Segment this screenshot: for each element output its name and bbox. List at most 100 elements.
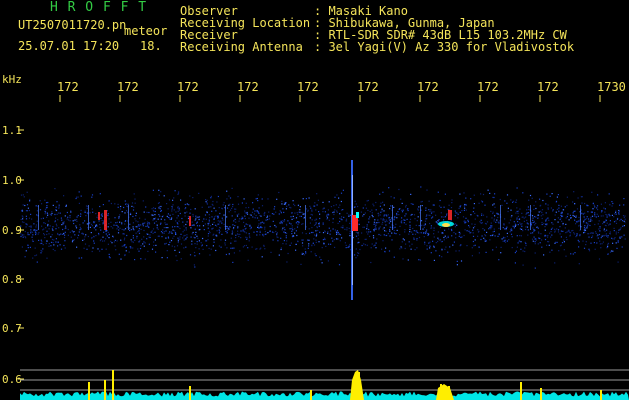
noise-speck xyxy=(135,212,137,214)
noise-speck xyxy=(494,206,496,208)
noise-speck xyxy=(534,238,536,240)
noise-speck xyxy=(424,220,427,222)
noise-speck xyxy=(410,248,412,250)
noise-speck xyxy=(509,231,511,233)
noise-speck xyxy=(451,229,453,232)
noise-speck xyxy=(572,229,574,232)
noise-speck xyxy=(56,213,58,215)
noise-speck xyxy=(93,240,95,242)
noise-speck xyxy=(184,238,187,241)
noise-speck xyxy=(393,219,395,221)
noise-speck xyxy=(517,210,520,212)
noise-speck xyxy=(163,195,165,197)
noise-speck xyxy=(134,202,136,204)
noise-speck xyxy=(539,198,541,200)
noise-speck xyxy=(291,212,293,214)
noise-speck xyxy=(304,248,306,250)
noise-speck xyxy=(606,229,608,231)
noise-speck xyxy=(490,225,492,227)
noise-speck xyxy=(525,226,527,228)
noise-speck xyxy=(243,221,245,223)
noise-speck xyxy=(88,245,90,247)
noise-speck xyxy=(511,236,513,238)
noise-speck xyxy=(591,220,593,222)
noise-speck xyxy=(393,232,396,234)
noise-speck xyxy=(576,208,579,210)
noise-speck xyxy=(383,219,385,221)
noise-speck xyxy=(342,209,344,211)
noise-speck xyxy=(584,202,586,205)
noise-speck xyxy=(617,241,619,243)
noise-speck xyxy=(50,214,52,216)
noise-speck xyxy=(474,218,476,220)
faint-echo xyxy=(128,205,129,230)
noise-speck xyxy=(478,246,480,248)
noise-speck xyxy=(566,216,568,218)
noise-speck xyxy=(407,208,409,210)
noise-speck xyxy=(539,242,541,244)
noise-speck xyxy=(492,231,494,233)
noise-speck xyxy=(46,257,48,259)
noise-speck xyxy=(578,246,580,248)
noise-speck xyxy=(575,215,577,217)
power-spike xyxy=(600,390,602,400)
noise-speck xyxy=(148,243,150,245)
noise-speck xyxy=(584,229,587,231)
noise-speck xyxy=(211,216,213,218)
noise-speck xyxy=(207,235,209,237)
noise-speck xyxy=(165,242,167,244)
noise-speck xyxy=(541,223,543,226)
noise-speck xyxy=(31,236,33,238)
noise-speck xyxy=(59,244,61,246)
noise-speck xyxy=(551,193,553,195)
noise-speck xyxy=(26,191,28,193)
faint-echo xyxy=(420,205,421,230)
noise-speck xyxy=(296,212,298,214)
noise-speck xyxy=(55,241,57,243)
noise-speck xyxy=(374,222,376,224)
noise-speck xyxy=(302,198,304,200)
noise-speck xyxy=(117,206,119,208)
noise-speck xyxy=(301,253,303,255)
noise-speck xyxy=(405,213,407,215)
noise-speck xyxy=(114,245,116,247)
noise-speck xyxy=(139,217,141,219)
noise-speck xyxy=(438,255,441,257)
noise-speck xyxy=(594,223,596,226)
noise-speck xyxy=(46,205,48,207)
noise-speck xyxy=(52,242,54,244)
noise-speck xyxy=(55,223,57,225)
noise-speck xyxy=(142,222,144,224)
noise-speck xyxy=(569,234,571,236)
noise-speck xyxy=(506,226,508,228)
noise-speck xyxy=(246,238,248,240)
noise-speck xyxy=(264,230,266,233)
noise-speck xyxy=(234,240,236,242)
noise-speck xyxy=(209,232,211,234)
noise-speck xyxy=(327,260,329,262)
noise-speck xyxy=(440,212,442,214)
noise-speck xyxy=(416,231,418,234)
noise-speck xyxy=(107,231,109,233)
noise-speck xyxy=(596,242,598,244)
noise-speck xyxy=(305,208,308,210)
noise-speck xyxy=(382,201,384,203)
noise-speck xyxy=(522,192,524,194)
noise-speck xyxy=(552,210,554,212)
noise-speck xyxy=(113,241,115,243)
noise-speck xyxy=(258,227,260,229)
noise-speck xyxy=(493,228,495,230)
noise-speck xyxy=(494,235,496,237)
noise-speck xyxy=(52,229,54,231)
noise-speck xyxy=(418,259,420,261)
noise-speck xyxy=(488,228,490,230)
noise-speck xyxy=(379,226,381,228)
noise-speck xyxy=(205,240,207,242)
noise-speck xyxy=(238,220,240,222)
noise-speck xyxy=(173,235,175,237)
noise-speck xyxy=(583,219,586,222)
noise-speck xyxy=(471,247,473,249)
noise-speck xyxy=(276,232,278,234)
noise-speck xyxy=(333,211,335,213)
noise-speck xyxy=(295,243,297,245)
